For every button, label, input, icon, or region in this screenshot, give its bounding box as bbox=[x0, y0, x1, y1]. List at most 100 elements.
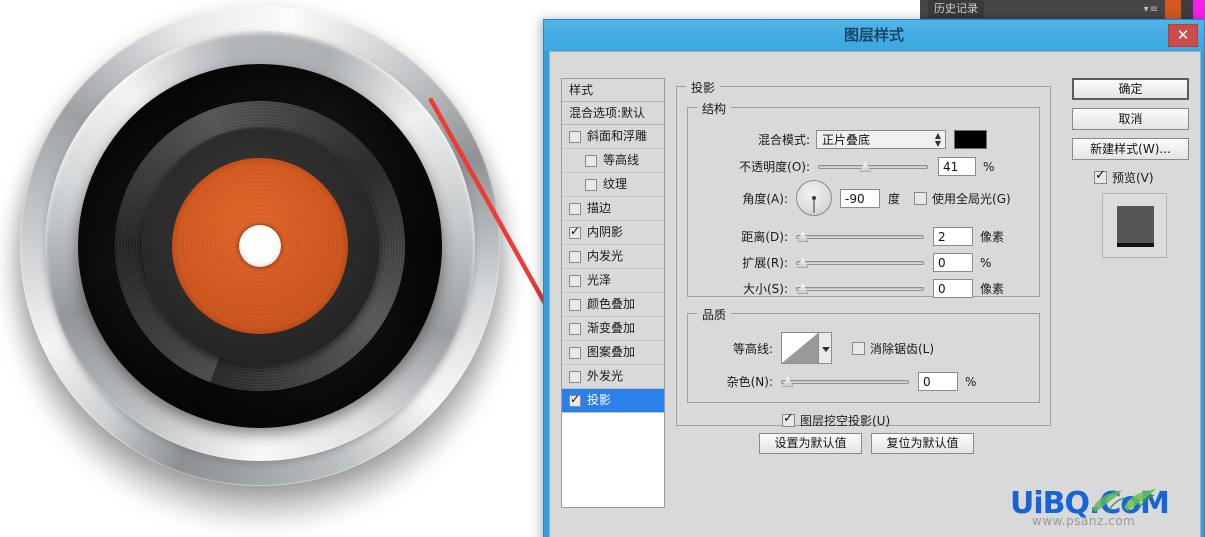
size-row: 大小(S): 0 像素 bbox=[688, 279, 1038, 298]
effect-label: 颜色叠加 bbox=[587, 297, 636, 311]
effect-checkbox[interactable] bbox=[569, 274, 581, 287]
effect-checkbox[interactable] bbox=[569, 370, 581, 383]
angle-input[interactable]: -90 bbox=[840, 188, 880, 208]
layer-style-dialog: 图层样式 ✕ 样式 混合选项:默认 斜面和浮雕 等高线 纹理 描边 ✓ 内阴影 … bbox=[543, 19, 1205, 537]
angle-row: 角度(A): -90 度 使用全局光(G) bbox=[688, 180, 1038, 216]
effect-checkbox[interactable] bbox=[569, 298, 581, 311]
dialog-title: 图层样式 bbox=[843, 26, 904, 44]
size-input[interactable]: 0 bbox=[933, 279, 973, 298]
contour-dropdown-arrow-icon[interactable] bbox=[819, 332, 832, 364]
blending-options-item[interactable]: 混合选项:默认 bbox=[562, 102, 664, 125]
preview-checkbox[interactable]: 预览(V) bbox=[1094, 168, 1154, 186]
antialias-checkbox[interactable]: 消除锯齿(L) bbox=[852, 340, 934, 357]
noise-input[interactable]: 0 bbox=[918, 372, 958, 391]
ok-button[interactable]: 确定 bbox=[1072, 78, 1189, 100]
blend-mode-row: 混合模式: 正片叠底 ▲ ▼ bbox=[688, 130, 1028, 149]
effect-checkbox[interactable] bbox=[585, 154, 597, 167]
preview-label: 预览(V) bbox=[1112, 171, 1154, 185]
distance-row: 距离(D): 2 像素 bbox=[688, 227, 1038, 246]
opacity-unit: % bbox=[983, 159, 995, 174]
noise-row: 杂色(N): 0 % bbox=[688, 372, 1038, 391]
effect-row-gradient-overlay[interactable]: 渐变叠加 bbox=[562, 317, 664, 341]
noise-slider[interactable] bbox=[781, 375, 909, 389]
knockout-checkbox[interactable]: 图层挖空投影(U) bbox=[782, 411, 890, 429]
effect-row-inner-shadow[interactable]: 内阴影 bbox=[562, 221, 664, 245]
preview-box[interactable] bbox=[1094, 168, 1107, 184]
opacity-input[interactable]: 41 bbox=[938, 157, 976, 176]
cancel-button[interactable]: 取消 bbox=[1072, 108, 1189, 130]
preview-drop-shadow bbox=[1117, 243, 1154, 247]
styles-list[interactable]: 样式 混合选项:默认 斜面和浮雕 等高线 纹理 描边 ✓ 内阴影 内发光 光泽 … bbox=[561, 78, 665, 508]
noise-slider-track bbox=[781, 379, 909, 384]
effect-label: 斜面和浮雕 bbox=[587, 129, 648, 143]
blend-mode-label: 混合模式: bbox=[757, 133, 810, 147]
angle-dial-knob bbox=[812, 196, 816, 200]
effect-checkbox[interactable] bbox=[569, 224, 581, 239]
effect-row-texture[interactable]: 纹理 bbox=[562, 173, 664, 197]
styles-list-empty-area bbox=[562, 413, 664, 473]
effect-row-outer-glow[interactable]: 外发光 bbox=[562, 365, 664, 389]
effect-row-pattern-overlay[interactable]: 图案叠加 bbox=[562, 341, 664, 365]
history-panel[interactable]: 历史记录 ▾≡ bbox=[920, 0, 1165, 20]
reset-to-default-button[interactable]: 复位为默认值 bbox=[871, 433, 974, 454]
effect-checkbox[interactable] bbox=[569, 130, 581, 143]
opacity-slider[interactable] bbox=[818, 160, 928, 174]
knockout-box[interactable] bbox=[782, 411, 795, 427]
contour-preset-thumbnail[interactable] bbox=[781, 332, 819, 364]
effect-checkbox[interactable] bbox=[569, 202, 581, 215]
effect-checkbox[interactable] bbox=[569, 250, 581, 263]
antialias-box[interactable] bbox=[852, 341, 865, 355]
quality-group: 品质 等高线: 消除锯齿(L) 杂色(N): 0 % bbox=[687, 306, 1040, 403]
effect-checkbox[interactable] bbox=[569, 322, 581, 335]
effect-row-drop-shadow[interactable]: 投影 bbox=[562, 389, 664, 413]
spread-label: 扩展(R): bbox=[742, 256, 788, 270]
effect-checkbox[interactable] bbox=[569, 392, 581, 407]
use-global-light-box[interactable] bbox=[914, 191, 928, 205]
panel-menu-icon[interactable]: ▾≡ bbox=[1144, 4, 1159, 15]
dialog-body: 样式 混合选项:默认 斜面和浮雕 等高线 纹理 描边 ✓ 内阴影 内发光 光泽 … bbox=[549, 51, 1201, 537]
blend-mode-select[interactable]: 正片叠底 ▲ ▼ bbox=[816, 130, 946, 149]
effect-row-inner-glow[interactable]: 内发光 bbox=[562, 245, 664, 269]
size-slider[interactable] bbox=[796, 282, 924, 296]
contour-row: 等高线: 消除锯齿(L) bbox=[688, 332, 1038, 364]
new-style-button[interactable]: 新建样式(W)... bbox=[1072, 138, 1189, 160]
effect-label: 渐变叠加 bbox=[587, 321, 636, 335]
spread-input[interactable]: 0 bbox=[933, 253, 973, 272]
distance-unit: 像素 bbox=[980, 230, 1005, 244]
use-global-light-checkbox[interactable]: 使用全局光(G) bbox=[914, 190, 1011, 207]
chevron-updown-icon: ▲ ▼ bbox=[934, 131, 941, 148]
effect-row-contour[interactable]: 等高线 bbox=[562, 149, 664, 173]
effect-settings-panel: 投影 结构 混合模式: 正片叠底 ▲ ▼ 不透明度(O): 41 % 角度(A)… bbox=[676, 78, 1059, 508]
set-as-default-button[interactable]: 设置为默认值 bbox=[759, 433, 862, 454]
effect-label: 外发光 bbox=[587, 369, 624, 383]
angle-dial[interactable] bbox=[796, 180, 832, 216]
distance-slider[interactable] bbox=[796, 230, 924, 244]
effect-checkbox[interactable] bbox=[585, 178, 597, 191]
vinyl-record-illustration bbox=[0, 0, 535, 537]
opacity-row: 不透明度(O): 41 % bbox=[688, 157, 1038, 176]
history-panel-tab[interactable]: 历史记录 bbox=[928, 0, 984, 18]
dialog-actions: 确定 取消 新建样式(W)... 预览(V) bbox=[1072, 78, 1192, 508]
close-icon[interactable]: ✕ bbox=[1168, 24, 1198, 47]
distance-input[interactable]: 2 bbox=[933, 227, 973, 246]
distance-label: 距离(D): bbox=[741, 230, 788, 244]
record-center-hole bbox=[239, 225, 281, 267]
style-preview-thumbnail bbox=[1102, 193, 1167, 258]
spread-unit: % bbox=[980, 255, 992, 270]
opacity-label: 不透明度(O): bbox=[739, 160, 810, 174]
antialias-label: 消除锯齿(L) bbox=[870, 341, 935, 356]
effect-row-satin[interactable]: 光泽 bbox=[562, 269, 664, 293]
drop-shadow-group: 投影 结构 混合模式: 正片叠底 ▲ ▼ 不透明度(O): 41 % 角度(A)… bbox=[676, 79, 1051, 429]
effect-row-bevel[interactable]: 斜面和浮雕 bbox=[562, 125, 664, 149]
size-unit: 像素 bbox=[980, 282, 1005, 296]
effect-row-stroke[interactable]: 描边 bbox=[562, 197, 664, 221]
effect-row-color-overlay[interactable]: 颜色叠加 bbox=[562, 293, 664, 317]
screenshot-root: 历史记录 ▾≡ 图层样式 ✕ 样式 混合选项:默认 斜面和浮雕 等高线 纹理 描… bbox=[0, 0, 1205, 537]
dialog-titlebar[interactable]: 图层样式 ✕ bbox=[544, 20, 1204, 51]
size-slider-track bbox=[796, 286, 924, 291]
preview-shape bbox=[1117, 206, 1154, 243]
effect-checkbox[interactable] bbox=[569, 346, 581, 359]
effect-label: 纹理 bbox=[603, 177, 628, 191]
spread-slider[interactable] bbox=[796, 256, 924, 270]
shadow-color-swatch[interactable] bbox=[954, 130, 987, 149]
